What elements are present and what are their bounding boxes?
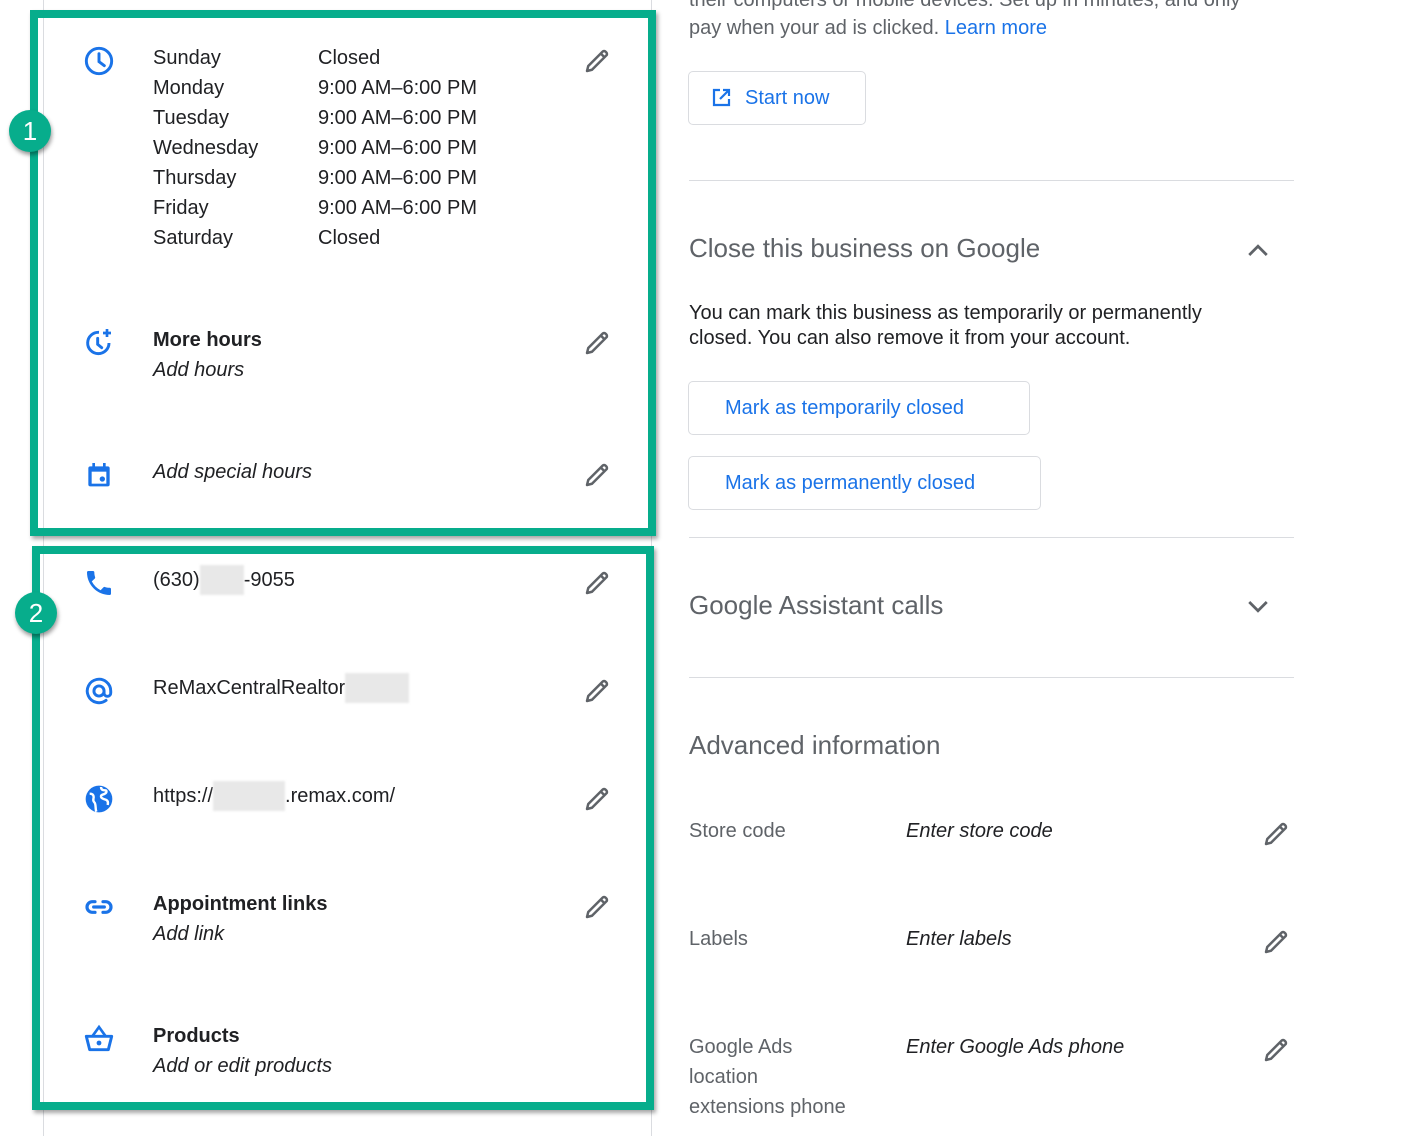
edit-labels-button[interactable] xyxy=(1259,925,1293,959)
learn-more-link[interactable]: Learn more xyxy=(945,17,1047,39)
close-business-title[interactable]: Close this business on Google xyxy=(689,231,1040,265)
mark-permanently-closed-button[interactable]: Mark as permanently closed xyxy=(688,456,1041,510)
edit-store-code-button[interactable] xyxy=(1259,817,1293,851)
ads-description-line2: pay when your ad is clicked. xyxy=(689,17,940,39)
section-divider xyxy=(689,677,1294,678)
start-now-label: Start now xyxy=(745,86,830,109)
store-code-value[interactable]: Enter store code xyxy=(906,816,1053,846)
section-divider xyxy=(689,537,1294,538)
google-assistant-calls-title[interactable]: Google Assistant calls xyxy=(689,588,943,622)
highlight-box-hours xyxy=(30,10,656,536)
pencil-icon xyxy=(1264,822,1288,846)
labels-label: Labels xyxy=(689,928,748,950)
annotation-badge-2: 2 xyxy=(15,592,57,634)
advanced-information-title: Advanced information xyxy=(689,730,941,760)
open-external-icon xyxy=(712,88,731,107)
label-line: extensions phone xyxy=(689,1096,846,1118)
annotation-badge-1: 1 xyxy=(9,110,51,152)
close-business-description-line2: closed. You can also remove it from your… xyxy=(689,327,1131,349)
chevron-up-icon[interactable] xyxy=(1243,235,1273,265)
edit-google-ads-phone-button[interactable] xyxy=(1259,1033,1293,1067)
highlight-box-contact xyxy=(32,546,654,1110)
pencil-icon xyxy=(1264,930,1288,954)
close-business-description-line1: You can mark this business as temporaril… xyxy=(689,302,1202,324)
labels-value[interactable]: Enter labels xyxy=(906,924,1012,954)
google-ads-phone-label: Google Ads location extensions phone xyxy=(689,1032,879,1122)
pencil-icon xyxy=(1264,1038,1288,1062)
section-divider xyxy=(689,180,1294,181)
chevron-down-icon[interactable] xyxy=(1243,592,1273,622)
label-line: location xyxy=(689,1066,758,1088)
ads-description: pay when your ad is clicked. Learn more xyxy=(689,16,1047,41)
label-line: Google Ads xyxy=(689,1036,793,1058)
mark-permanently-closed-label: Mark as permanently closed xyxy=(725,471,976,494)
store-code-label: Store code xyxy=(689,820,786,842)
google-ads-phone-value[interactable]: Enter Google Ads phone xyxy=(906,1032,1124,1062)
start-now-button[interactable]: Start now xyxy=(688,71,866,125)
mark-temporarily-closed-button[interactable]: Mark as temporarily closed xyxy=(688,381,1030,435)
ads-description-partial: their computers or mobile devices. Set u… xyxy=(689,0,1241,11)
mark-temporarily-closed-label: Mark as temporarily closed xyxy=(725,396,964,419)
